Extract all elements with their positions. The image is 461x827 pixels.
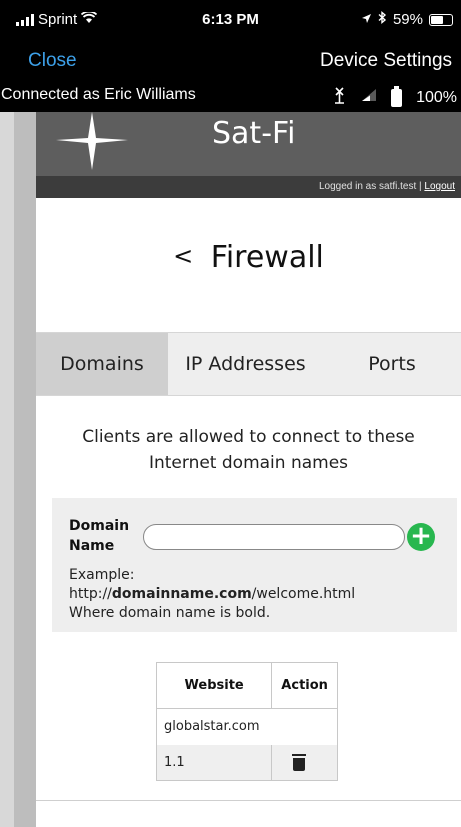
header-action: Action bbox=[271, 662, 338, 709]
table-header-row: Website Action bbox=[155, 662, 338, 709]
satellite-icon bbox=[333, 86, 347, 109]
action-cell bbox=[271, 744, 338, 781]
battery-icon bbox=[429, 13, 453, 26]
login-info: Logged in as satfi.test | Logout bbox=[319, 181, 455, 192]
nav-bar: Close Device Settings bbox=[0, 42, 461, 84]
back-chevron-icon[interactable]: < bbox=[173, 242, 193, 270]
login-bar: Logged in as satfi.test | Logout bbox=[36, 176, 461, 198]
page-heading: < Firewall bbox=[36, 240, 461, 275]
website-cell: globalstar.com bbox=[156, 708, 338, 745]
connection-bar: Connected as Eric Williams 100% bbox=[0, 84, 461, 112]
page-margin bbox=[0, 112, 14, 827]
example-url: http://domainname.com/welcome.html bbox=[69, 585, 355, 604]
signal-bars-icon bbox=[361, 88, 377, 107]
connection-status: Connected as Eric Williams bbox=[1, 86, 196, 103]
close-button[interactable]: Close bbox=[28, 50, 77, 72]
table-row: 1.1 bbox=[155, 744, 338, 781]
tab-bar: Domains IP Addresses Ports bbox=[36, 332, 461, 396]
domains-description: Clients are allowed to connect to these … bbox=[82, 427, 415, 473]
brand-banner: Sat-Fi bbox=[36, 112, 461, 176]
status-bar: Sprint 6:13 PM 59% bbox=[0, 0, 461, 42]
status-right: 59% bbox=[361, 11, 453, 28]
domain-name-input[interactable] bbox=[143, 524, 405, 550]
battery-full-icon bbox=[391, 85, 403, 107]
brand-name: Sat-Fi bbox=[212, 116, 296, 151]
page-content: Sat-Fi Logged in as satfi.test | Logout … bbox=[36, 112, 461, 827]
example-label: Example: bbox=[69, 567, 135, 583]
label-line-1: Domain bbox=[69, 518, 130, 534]
add-domain-form: Domain Name + Example: http://domainname… bbox=[52, 498, 457, 632]
table-row: globalstar.com bbox=[156, 708, 338, 745]
domain-name-label: Domain Name bbox=[69, 516, 129, 556]
trash-icon[interactable] bbox=[292, 754, 307, 772]
example-note: Where domain name is bold. bbox=[69, 605, 271, 621]
website-cell: 1.1 bbox=[155, 744, 273, 781]
example-domain-bold: domainname.com bbox=[111, 586, 252, 602]
nav-title: Device Settings bbox=[320, 50, 453, 71]
tab-domains[interactable]: Domains bbox=[36, 333, 168, 395]
connection-battery: 100% bbox=[416, 88, 457, 106]
logged-in-text: Logged in as satfi.test | bbox=[318, 181, 422, 192]
example-suffix: /welcome.html bbox=[251, 586, 356, 602]
star-logo-icon bbox=[56, 112, 128, 170]
domains-table: Website Action globalstar.com 1.1 bbox=[155, 662, 338, 781]
header-website: Website bbox=[155, 662, 273, 709]
connection-icons: 100% bbox=[333, 85, 457, 109]
logout-link[interactable]: Logout bbox=[424, 181, 455, 192]
label-line-2: Name bbox=[69, 538, 115, 554]
page-title: Firewall bbox=[210, 240, 324, 275]
add-domain-button[interactable]: + bbox=[407, 523, 435, 551]
web-page-area: Sat-Fi Logged in as satfi.test | Logout … bbox=[0, 112, 461, 827]
divider bbox=[36, 800, 461, 801]
example-prefix: http:// bbox=[69, 586, 112, 602]
domain-example: Example: http://domainname.com/welcome.h… bbox=[69, 566, 355, 623]
tab-ip-addresses[interactable]: IP Addresses bbox=[168, 333, 323, 395]
location-icon bbox=[361, 11, 372, 28]
tab-ports[interactable]: Ports bbox=[323, 333, 461, 395]
battery-percent: 59% bbox=[392, 11, 423, 28]
bluetooth-icon bbox=[378, 11, 387, 28]
